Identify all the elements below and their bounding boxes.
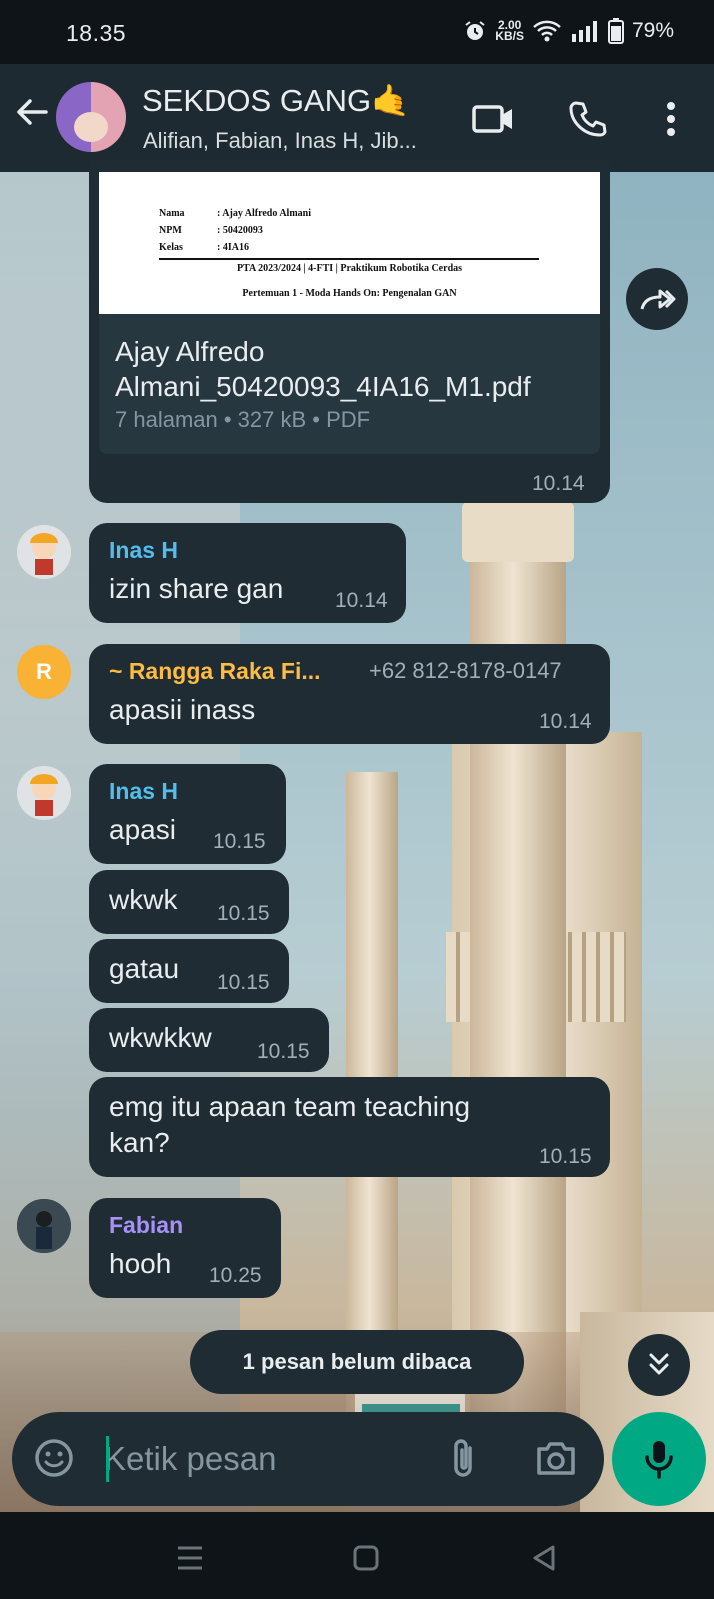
message-bubble[interactable]: wkwk 10.15	[89, 870, 289, 934]
phone-icon	[569, 101, 607, 137]
message-time: 10.25	[209, 1264, 262, 1287]
document-preview[interactable]: Nama : Ajay Alfredo Almani NPM : 5042009…	[99, 172, 600, 314]
back-arrow-icon	[17, 99, 48, 125]
message-time: 10.14	[539, 710, 592, 733]
message-time: 10.14	[335, 589, 388, 612]
menu-button[interactable]	[646, 94, 696, 144]
message-text: apasii inass	[109, 694, 256, 725]
more-vertical-icon	[667, 102, 675, 136]
video-camera-icon	[472, 105, 512, 133]
sender-avatar[interactable]	[17, 1199, 71, 1253]
text-caret	[106, 1436, 109, 1482]
group-avatar[interactable]	[56, 82, 126, 152]
video-call-button[interactable]	[468, 94, 518, 144]
message-bubble[interactable]: emg itu apaan team teaching kan? 10.15	[89, 1077, 610, 1177]
message-text: izin share gan	[109, 573, 284, 604]
message-bubble[interactable]: Inas H izin share gan 10.14	[89, 523, 406, 623]
message-bubble[interactable]: wkwkkw 10.15	[89, 1008, 329, 1072]
voice-call-button[interactable]	[562, 94, 612, 144]
recents-button[interactable]	[170, 1538, 210, 1578]
menu-lines-icon	[178, 1546, 202, 1570]
network-speed: 2.00 KB/S	[495, 18, 524, 43]
forward-icon	[640, 289, 676, 310]
group-members[interactable]: Alifian, Fabian, Inas H, Jib...	[143, 128, 417, 154]
paperclip-icon	[454, 1439, 472, 1477]
message-text: wkwkkw	[109, 1022, 212, 1053]
unread-banner[interactable]: 1 pesan belum dibaca	[190, 1330, 524, 1394]
document-meta: 7 halaman • 327 kB • PDF	[115, 407, 371, 432]
avatar-cartoon-icon	[17, 766, 71, 820]
message-text: gatau	[109, 953, 180, 984]
forward-button[interactable]	[626, 268, 688, 330]
message-bubble[interactable]: Inas H apasi 10.15	[89, 764, 286, 864]
camera-icon	[537, 1442, 575, 1475]
scroll-to-bottom-button[interactable]	[628, 1334, 690, 1396]
message-text: hooh	[109, 1248, 172, 1279]
sender-name: ~ Rangga Raka Fi...	[109, 658, 321, 684]
message-time: 10.14	[532, 472, 585, 495]
message-bubble[interactable]: ~ Rangga Raka Fi... +62 812-8178-0147 ap…	[89, 644, 610, 744]
message-text: emg itu apaan team teaching kan?	[109, 1091, 471, 1158]
chat-header: SEKDOS GANG🤙 Alifian, Fabian, Inas H, Ji…	[0, 64, 714, 172]
attach-button[interactable]	[442, 1436, 486, 1487]
message-input[interactable]	[104, 1434, 434, 1484]
camera-button[interactable]	[534, 1436, 578, 1485]
wifi-icon	[533, 20, 561, 42]
back-button[interactable]	[14, 94, 54, 138]
battery-icon	[607, 18, 624, 44]
back-nav-button[interactable]	[524, 1538, 564, 1578]
voice-message-button[interactable]	[612, 1412, 706, 1506]
double-chevron-down-icon	[649, 1353, 669, 1375]
message-bubble[interactable]: Fabian hooh 10.25	[89, 1198, 281, 1298]
alarm-icon	[465, 21, 485, 40]
battery-percent: 79%	[631, 19, 674, 42]
avatar-person-icon	[17, 1199, 71, 1253]
sender-name: Fabian	[109, 1212, 184, 1238]
message-time: 10.15	[217, 902, 270, 925]
message-composer	[12, 1412, 604, 1506]
square-icon	[353, 1545, 379, 1571]
message-time: 10.15	[257, 1040, 310, 1063]
sender-name: Inas H	[109, 537, 179, 563]
avatar-cartoon-icon	[17, 525, 71, 579]
group-title[interactable]: SEKDOS GANG🤙	[142, 82, 410, 119]
message-time: 10.15	[213, 830, 266, 853]
sender-name: Inas H	[109, 778, 179, 804]
sender-phone: +62 812-8178-0147	[369, 658, 562, 683]
status-bar: 18.35 2.00 KB/S 79%	[0, 0, 714, 64]
message-time: 10.15	[217, 971, 270, 994]
sender-avatar[interactable]	[17, 766, 71, 820]
message-text: apasi	[109, 814, 176, 845]
home-button[interactable]	[346, 1538, 386, 1578]
status-icons: 2.00 KB/S 79%	[463, 18, 674, 44]
triangle-back-icon	[533, 1545, 555, 1571]
document-filename: Ajay Alfredo Almani_50420093_4IA16_M1.pd…	[115, 336, 531, 402]
signal-icon	[571, 21, 597, 42]
message-text: wkwk	[109, 884, 178, 915]
document-info[interactable]: Ajay Alfredo Almani_50420093_4IA16_M1.pd…	[99, 314, 600, 454]
system-navigation-bar	[0, 1516, 714, 1599]
microphone-icon	[645, 1441, 673, 1479]
status-time: 18.35	[66, 20, 127, 46]
sender-avatar[interactable]	[17, 525, 71, 579]
sender-avatar[interactable]: R	[17, 645, 71, 699]
emoji-icon	[35, 1439, 73, 1477]
emoji-button[interactable]	[32, 1436, 76, 1485]
message-bubble[interactable]: gatau 10.15	[89, 939, 289, 1003]
message-time: 10.15	[539, 1145, 592, 1168]
